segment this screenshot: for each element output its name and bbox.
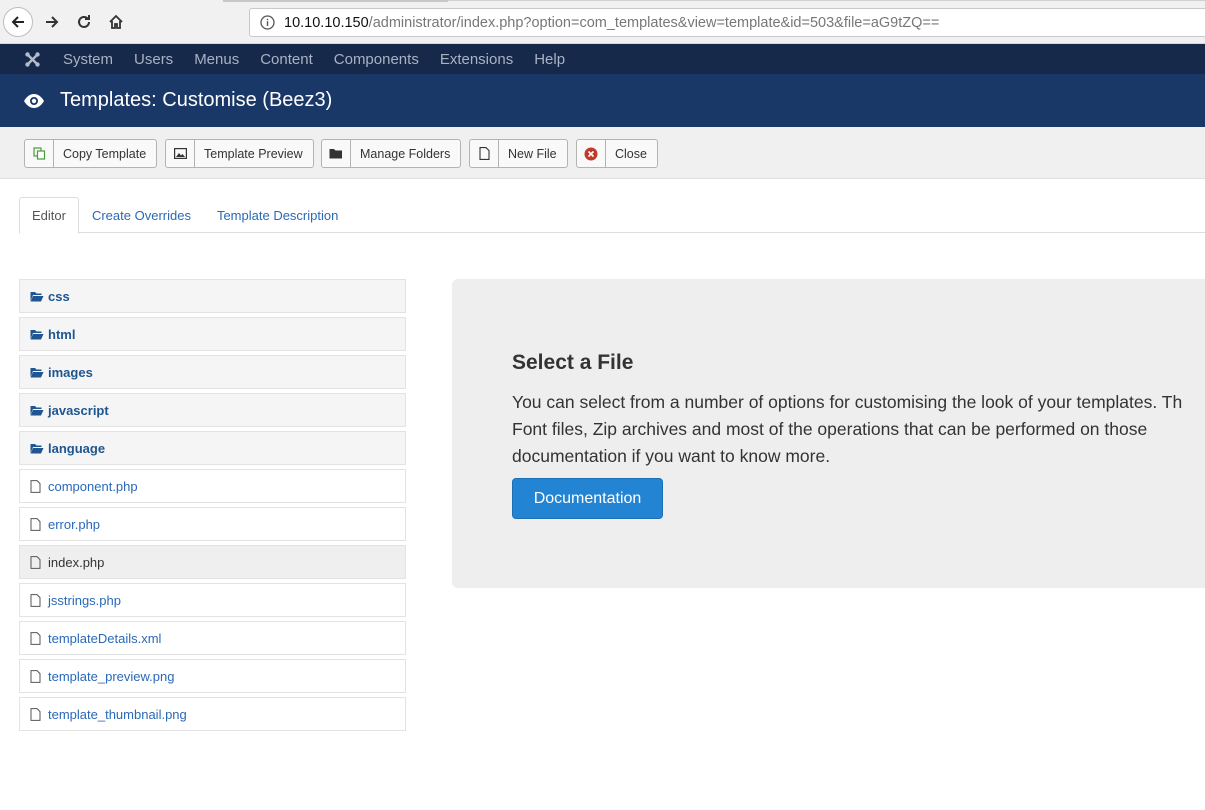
reload-button[interactable]	[69, 7, 99, 37]
menu-users[interactable]: Users	[134, 51, 173, 68]
copy-template-button[interactable]: Copy Template	[24, 139, 158, 168]
back-button[interactable]	[3, 7, 33, 37]
tab-template-description[interactable]: Template Description	[204, 197, 351, 233]
folder-name: css	[48, 288, 70, 304]
file-name: jsstrings.php	[48, 592, 121, 608]
folder-open-icon	[30, 291, 48, 302]
copy-template-label: Copy Template	[63, 146, 147, 161]
tree-file[interactable]: component.php	[19, 469, 406, 503]
panel-title: Select a File	[512, 351, 634, 374]
documentation-button[interactable]: Documentation	[512, 478, 663, 519]
tree-folder[interactable]: css	[19, 279, 406, 313]
home-button[interactable]	[101, 7, 131, 37]
tree-folder[interactable]: language	[19, 431, 406, 465]
close-button[interactable]: Close	[576, 139, 658, 168]
forward-arrow-icon	[46, 16, 59, 28]
select-file-panel: Select a File You can select from a numb…	[452, 279, 1205, 588]
tree-file[interactable]: template_thumbnail.png	[19, 697, 406, 731]
file-name: error.php	[48, 516, 101, 532]
image-icon	[166, 140, 195, 167]
menu-components[interactable]: Components	[334, 51, 419, 68]
file-icon	[30, 479, 48, 493]
tree-file[interactable]: error.php	[19, 507, 406, 541]
file-icon	[470, 140, 499, 167]
menu-help[interactable]: Help	[534, 51, 565, 68]
page-title: Templates: Customise (Beez3)	[60, 89, 333, 111]
tab-strip-line	[448, 0, 1205, 1]
manage-folders-label: Manage Folders	[360, 146, 451, 161]
folder-name: language	[48, 440, 106, 456]
file-icon	[30, 707, 48, 721]
close-label: Close	[615, 146, 647, 161]
folder-open-icon	[30, 405, 48, 416]
folder-icon	[322, 140, 351, 167]
forward-button[interactable]	[37, 7, 67, 37]
reload-icon	[78, 15, 90, 28]
url-path: /administrator/index.php?option=com_temp…	[368, 14, 940, 31]
toolbar: Copy Template Template Preview Manage Fo…	[0, 127, 1205, 179]
tab-editor[interactable]: Editor	[19, 197, 79, 234]
file-name: template_preview.png	[48, 668, 175, 684]
file-name: component.php	[48, 478, 138, 494]
template-preview-label: Template Preview	[204, 146, 303, 161]
back-arrow-icon	[11, 16, 24, 28]
tree-folder[interactable]: images	[19, 355, 406, 389]
folder-open-icon	[30, 367, 48, 378]
file-icon	[30, 593, 48, 607]
menu-menus[interactable]: Menus	[194, 51, 239, 68]
manage-folders-button[interactable]: Manage Folders	[321, 139, 462, 168]
file-icon	[30, 517, 48, 531]
file-tree: css html images javascript language comp…	[19, 279, 406, 735]
close-circle-icon	[577, 140, 606, 167]
info-icon[interactable]	[250, 15, 284, 30]
file-icon	[30, 669, 48, 683]
browser-toolbar: 10.10.10.150 /administrator/index.php?op…	[0, 0, 1205, 44]
menu-content[interactable]: Content	[260, 51, 313, 68]
menu-extensions[interactable]: Extensions	[440, 51, 513, 68]
folder-name: html	[48, 326, 76, 342]
admin-menu-bar: System Users Menus Content Components Ex…	[0, 44, 1205, 74]
eye-icon	[5, 93, 63, 109]
tab-create-overrides[interactable]: Create Overrides	[79, 197, 204, 233]
copy-icon	[25, 140, 54, 167]
folder-name: images	[48, 364, 93, 380]
tab-bar: Editor Create Overrides Template Descrip…	[19, 197, 1205, 234]
folder-open-icon	[30, 443, 48, 454]
home-icon	[109, 14, 123, 29]
file-icon	[30, 555, 48, 569]
file-name: index.php	[48, 554, 105, 570]
panel-description: You can select from a number of options …	[512, 392, 1183, 466]
file-icon	[30, 631, 48, 645]
new-file-button[interactable]: New File	[469, 139, 568, 168]
tree-folder[interactable]: html	[19, 317, 406, 351]
file-name: template_thumbnail.png	[48, 706, 187, 722]
joomla-logo-icon[interactable]	[0, 51, 64, 68]
tree-file[interactable]: templateDetails.xml	[19, 621, 406, 655]
menu-system[interactable]: System	[63, 51, 113, 68]
new-file-label: New File	[508, 146, 557, 161]
address-bar[interactable]: 10.10.10.150 /administrator/index.php?op…	[249, 8, 1205, 37]
tree-folder[interactable]: javascript	[19, 393, 406, 427]
url-host: 10.10.10.150	[284, 14, 369, 31]
file-name: templateDetails.xml	[48, 630, 162, 646]
tree-file[interactable]: template_preview.png	[19, 659, 406, 693]
tab-strip	[223, 0, 448, 2]
template-preview-button[interactable]: Template Preview	[165, 139, 314, 168]
folder-open-icon	[30, 329, 48, 340]
page-header: Templates: Customise (Beez3)	[0, 74, 1205, 127]
tree-file[interactable]: jsstrings.php	[19, 583, 406, 617]
folder-name: javascript	[48, 402, 109, 418]
tree-file-selected[interactable]: index.php	[19, 545, 406, 579]
